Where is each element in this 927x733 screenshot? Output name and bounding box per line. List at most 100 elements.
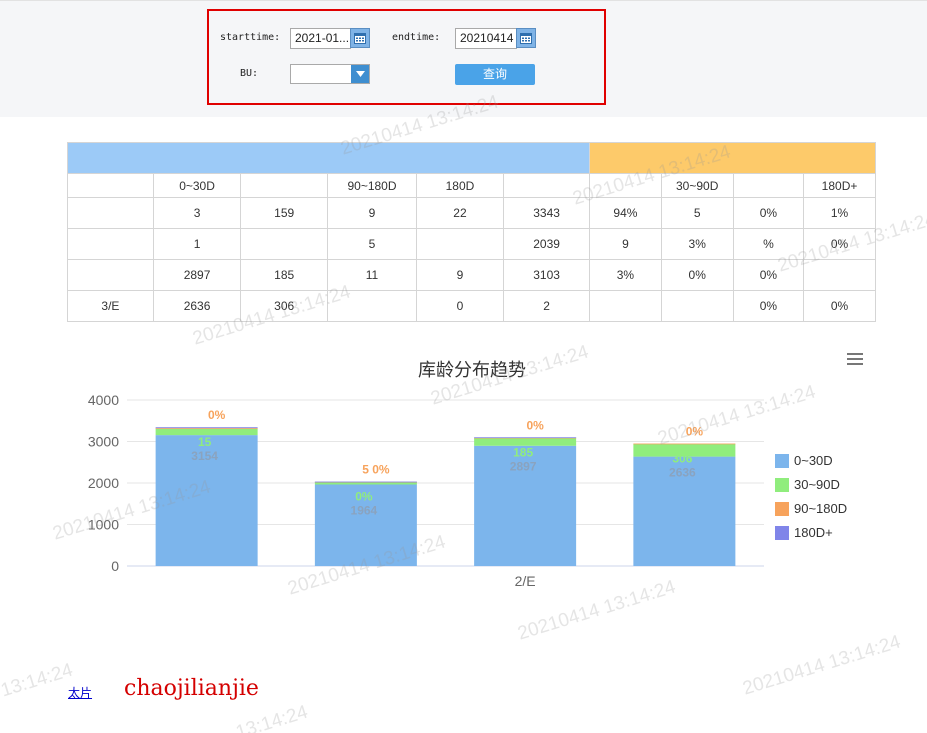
- table-cell: [589, 290, 662, 322]
- table-cell: [67, 197, 154, 229]
- table-cell: 2897: [152, 259, 242, 291]
- chevron-down-icon[interactable]: [351, 65, 369, 83]
- data-label: 5 0%: [362, 463, 390, 477]
- table-cell: 0%: [803, 228, 876, 260]
- column-header: [732, 173, 805, 198]
- column-header: [67, 173, 154, 198]
- table-cell: [803, 259, 876, 291]
- legend-item: 30~90D: [794, 477, 840, 492]
- table-cell: 22: [415, 197, 505, 229]
- group-header-quantity: [66, 142, 591, 174]
- table-cell: 9: [589, 228, 662, 260]
- data-label: 0%: [208, 408, 226, 422]
- bu-label: BU:: [240, 68, 259, 79]
- data-label: 0%: [686, 425, 704, 439]
- y-tick-label: 3000: [88, 434, 119, 450]
- bar-segment: [314, 481, 417, 483]
- legend-swatch: [775, 502, 789, 516]
- watermark: 20210414 13:14:24: [740, 631, 904, 700]
- table-cell: [327, 290, 417, 322]
- table-group-header-row: [66, 142, 876, 174]
- legend-swatch: [775, 526, 789, 540]
- query-button[interactable]: 查询: [455, 64, 535, 85]
- legend-swatch: [775, 454, 789, 468]
- y-tick-label: 1000: [88, 517, 119, 533]
- endtime-calendar-icon[interactable]: [516, 28, 536, 48]
- legend-item: 180D+: [794, 525, 833, 540]
- table-cell: 0%: [732, 197, 805, 229]
- table-row: 1 5 2039 9 3%% 0%: [67, 228, 876, 260]
- data-label: 0%: [526, 418, 544, 432]
- table-cell: 3343: [503, 197, 591, 229]
- bar-segment: [155, 428, 258, 436]
- y-tick-label: 4000: [88, 392, 119, 408]
- table-cell: 3/E: [67, 290, 154, 322]
- bar-segment: [474, 437, 577, 439]
- table-row: 3/E 2636 306 0 2 0% 0%: [67, 290, 876, 322]
- data-label: 306: [672, 452, 692, 466]
- table-cell: 0%: [732, 259, 805, 291]
- table-cell: 185: [240, 259, 329, 291]
- chart-title: 库龄分布趋势: [418, 360, 526, 381]
- endtime-label: endtime:: [392, 32, 441, 43]
- table-cell: 3103: [503, 259, 591, 291]
- table-cell: 2: [503, 290, 591, 322]
- chart-menu-icon[interactable]: [847, 353, 863, 367]
- stock-age-trend-chart: 库龄分布趋势 0 1000 2000 3000 4000 0% 15 3154 5 0% 0% 1…: [67, 345, 877, 605]
- table-cell: 2039: [503, 228, 591, 260]
- table-cell: [67, 228, 154, 260]
- table-row: 3 159 9 22 3343 94% 5 0% 1%: [67, 197, 876, 229]
- x-tick-label: 2/E: [515, 573, 536, 589]
- table-cell: 3%: [589, 259, 662, 291]
- table-cell: 94%: [589, 197, 662, 229]
- bar-segment: [633, 443, 736, 445]
- filter-highlight-box: starttime: 2021-01... endtime: 20210414 …: [207, 9, 606, 105]
- endtime-input[interactable]: 20210414: [455, 28, 517, 49]
- table-cell: [67, 259, 154, 291]
- column-header: 180D+: [803, 173, 876, 198]
- column-header: [503, 173, 591, 198]
- footer-link[interactable]: 太片: [68, 684, 92, 701]
- data-label: 2897: [510, 459, 537, 473]
- starttime-calendar-icon[interactable]: [350, 28, 370, 48]
- footer-red-text: chaojilianjie: [124, 676, 259, 701]
- data-label: 3154: [191, 449, 218, 463]
- bar-segment: [155, 428, 258, 429]
- data-label: 2636: [669, 466, 696, 480]
- table-cell: 0%: [732, 290, 805, 322]
- data-label: 1964: [351, 504, 378, 518]
- table-cell: 5: [327, 228, 417, 260]
- group-header-percentage: [589, 142, 876, 174]
- table-cell: [415, 228, 505, 260]
- column-header: 30~90D: [660, 173, 734, 198]
- chart-canvas: 库龄分布趋势 01000200030004000 0%1531545 0%0%1…: [88, 360, 847, 589]
- legend-swatch: [775, 478, 789, 492]
- filter-panel: starttime: 2021-01... endtime: 20210414 …: [0, 0, 927, 117]
- column-header: [240, 173, 329, 198]
- starttime-label: starttime:: [220, 32, 281, 43]
- table-cell: 9: [415, 259, 505, 291]
- column-header: 0~30D: [152, 173, 242, 198]
- data-label: 15: [198, 435, 212, 449]
- table-cell: 306: [240, 290, 329, 322]
- y-tick-label: 0: [111, 558, 119, 574]
- table-cell: [660, 290, 734, 322]
- stock-age-table: 0~30D 90~180D 180D 30~90D 180D+ 3 159 9 22 3343 9…: [66, 142, 876, 322]
- table-cell: 159: [240, 197, 329, 229]
- bu-select[interactable]: [290, 64, 370, 84]
- table-cell: [240, 228, 329, 260]
- table-cell: 0: [415, 290, 505, 322]
- column-header: 90~180D: [327, 173, 417, 198]
- legend-item: 90~180D: [794, 501, 847, 516]
- table-cell: 1%: [803, 197, 876, 229]
- table-cell: 2636: [152, 290, 242, 322]
- starttime-input[interactable]: 2021-01...: [290, 28, 351, 49]
- data-label: 0%: [355, 490, 373, 504]
- data-label: 185: [513, 445, 533, 459]
- table-header-row: 0~30D 90~180D 180D 30~90D 180D+: [67, 173, 876, 198]
- bar-segment: [155, 427, 258, 429]
- table-cell: 3%: [660, 228, 734, 260]
- y-tick-label: 2000: [88, 475, 119, 491]
- table-cell: 1: [152, 228, 242, 260]
- table-row: 2897 185 11 9 3103 3% 0% 0%: [67, 259, 876, 291]
